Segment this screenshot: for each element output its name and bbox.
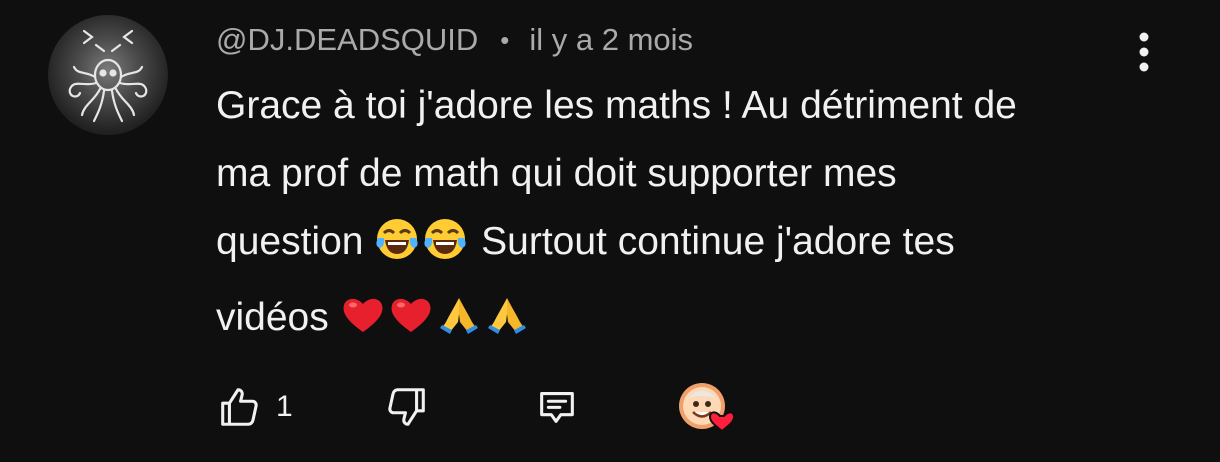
author-name[interactable]: @DJ.DEADSQUID <box>216 22 478 58</box>
squid-icon <box>68 29 148 123</box>
separator-dot: • <box>500 24 510 55</box>
creator-heart-badge <box>678 382 738 438</box>
comment-line: Grace à toi j'adore les maths ! Au détri… <box>216 84 1017 127</box>
comment-text-segment: question <box>216 220 375 263</box>
dislike-button[interactable] <box>384 382 430 432</box>
comment-item: @DJ.DEADSQUID • il y a 2 mois Grace à to… <box>0 0 1220 462</box>
comment-line: vidéos <box>216 284 1176 360</box>
more-vert-icon <box>1139 32 1149 72</box>
like-button[interactable]: 1 <box>216 382 293 432</box>
avatar[interactable] <box>48 15 168 135</box>
laughing-crying-emoji-icon <box>374 216 420 284</box>
thumbs-down-icon <box>388 388 425 426</box>
thumbs-up-icon <box>221 388 258 426</box>
creator-heart-icon <box>679 383 736 433</box>
laughing-crying-emoji-icon <box>422 216 468 284</box>
reply-icon <box>540 392 574 423</box>
timestamp[interactable]: il y a 2 mois <box>529 22 693 58</box>
comment-header: @DJ.DEADSQUID • il y a 2 mois <box>216 18 693 62</box>
red-heart-emoji-icon <box>388 292 434 360</box>
reply-button[interactable] <box>534 382 580 432</box>
more-options-button[interactable] <box>1126 28 1162 76</box>
comment-text: Grace à toi j'adore les maths ! Au détri… <box>216 72 1176 360</box>
comment-line: question Surtout continue j'adore tes <box>216 208 1176 284</box>
like-count: 1 <box>276 390 293 423</box>
folded-hands-emoji-icon <box>436 292 482 360</box>
comment-text-segment: Surtout continue j'adore tes <box>470 220 955 263</box>
comment-line: ma prof de math qui doit supporter mes <box>216 152 897 195</box>
comment-text-segment: vidéos <box>216 296 340 339</box>
red-heart-emoji-icon <box>340 292 386 360</box>
folded-hands-emoji-icon <box>484 292 530 360</box>
